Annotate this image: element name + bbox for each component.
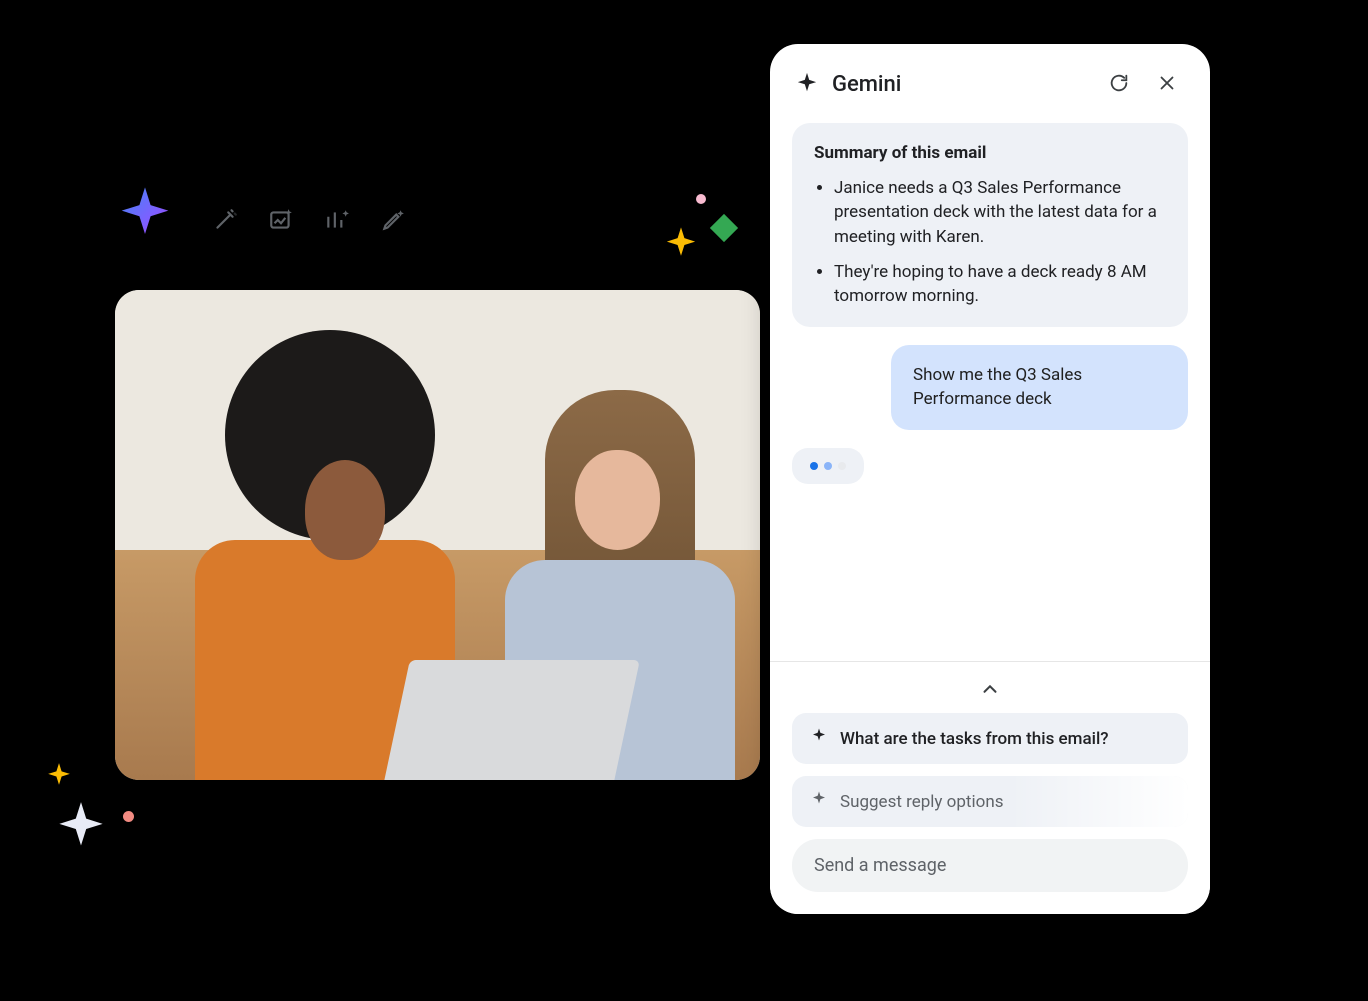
- summary-bullet: They're hoping to have a deck ready 8 AM…: [834, 260, 1166, 309]
- user-message-text: Show me the Q3 Sales Performance deck: [913, 365, 1082, 410]
- summary-bullet: Janice needs a Q3 Sales Performance pres…: [834, 176, 1166, 250]
- collapse-suggestions-button[interactable]: [792, 674, 1188, 713]
- sparkle-icon: [810, 790, 828, 813]
- close-button[interactable]: [1150, 66, 1184, 103]
- suggestion-label: Suggest reply options: [840, 792, 1003, 812]
- summary-list: Janice needs a Q3 Sales Performance pres…: [814, 176, 1166, 309]
- gemini-panel: Gemini Summary of this email Janice need…: [770, 44, 1210, 914]
- chart-sparkle-icon: [324, 207, 350, 237]
- sparkle-yellow-icon: [664, 226, 698, 260]
- suggestion-chip[interactable]: What are the tasks from this email?: [792, 713, 1188, 764]
- gradient-sparkle-icon: [117, 185, 173, 241]
- sparkle-icon: [810, 727, 828, 750]
- image-sparkle-icon: [268, 207, 294, 237]
- sparkle-outline-icon: [55, 800, 107, 852]
- suggestions-section: What are the tasks from this email? Sugg…: [770, 661, 1210, 914]
- chevron-up-icon: [979, 688, 1001, 703]
- refresh-button[interactable]: [1102, 66, 1136, 103]
- suggestion-chip[interactable]: Suggest reply options: [792, 776, 1188, 827]
- ai-tools-icon-row: [212, 207, 406, 237]
- sparkle-icon: [796, 72, 818, 98]
- chat-scroll-area: Summary of this email Janice needs a Q3 …: [770, 117, 1210, 661]
- typing-indicator: [792, 448, 864, 484]
- hero-photo: [115, 290, 760, 780]
- summary-title: Summary of this email: [814, 141, 1166, 166]
- gemini-header: Gemini: [770, 44, 1210, 117]
- suggestion-label: What are the tasks from this email?: [840, 729, 1109, 749]
- gemini-title: Gemini: [832, 72, 901, 97]
- pen-sparkle-icon: [380, 207, 406, 237]
- diamond-green-icon: [710, 214, 738, 242]
- message-input[interactable]: Send a message: [792, 839, 1188, 892]
- dot-coral-icon: [123, 811, 134, 822]
- ai-summary-bubble: Summary of this email Janice needs a Q3 …: [792, 123, 1188, 327]
- user-message-bubble: Show me the Q3 Sales Performance deck: [891, 345, 1188, 430]
- sparkle-yellow-icon: [46, 762, 72, 788]
- dot-pink-icon: [696, 194, 706, 204]
- magic-wand-icon: [212, 207, 238, 237]
